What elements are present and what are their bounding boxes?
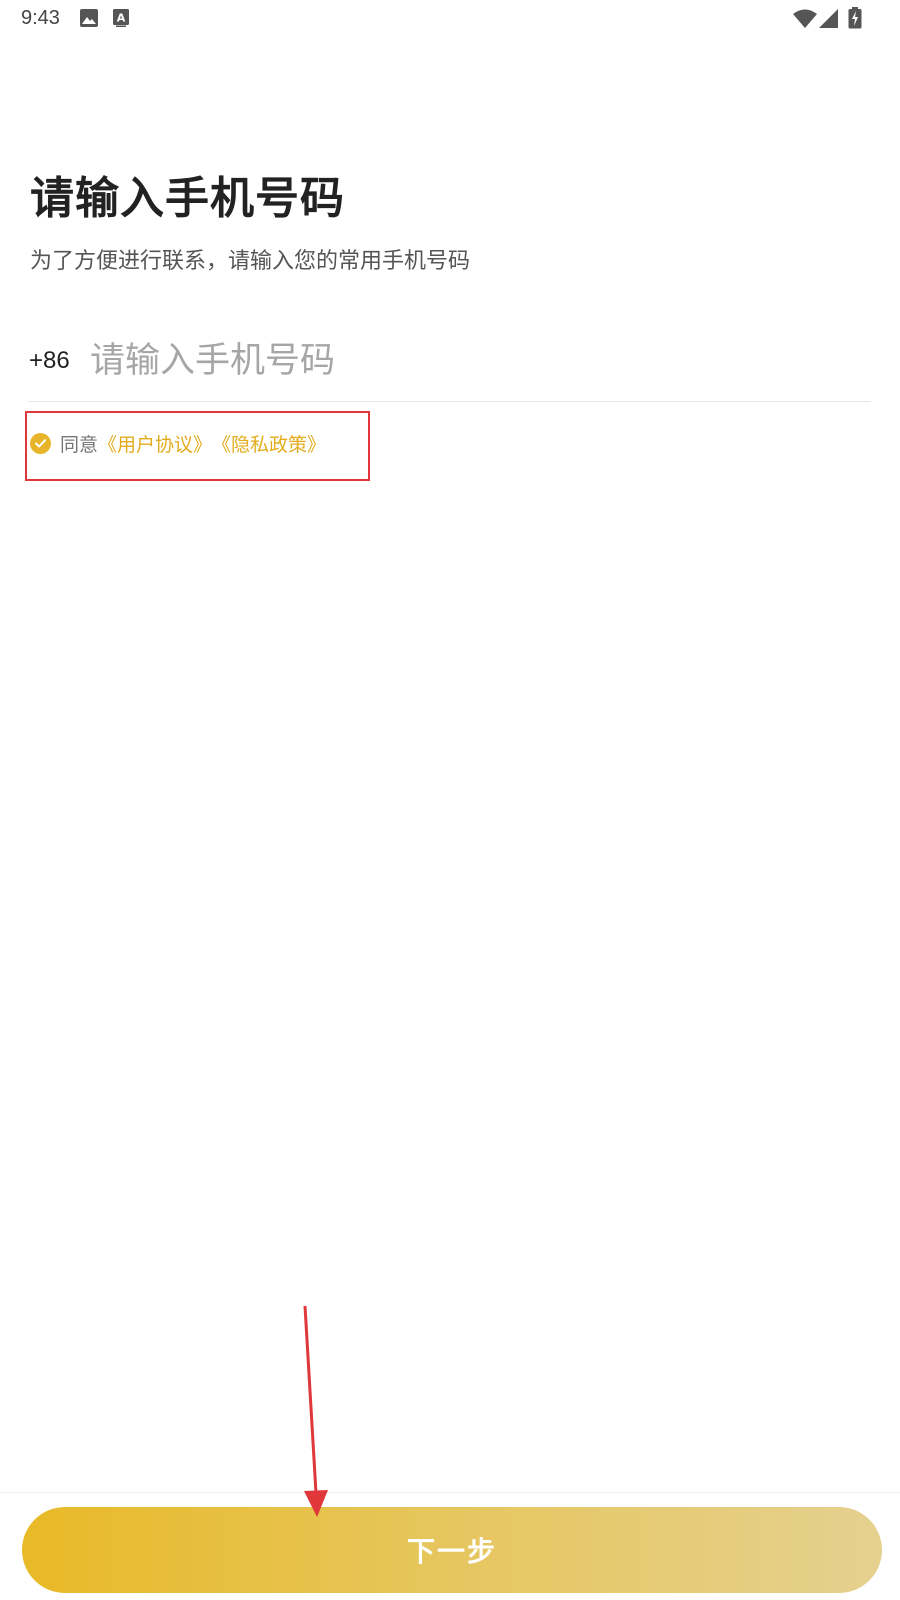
page-title: 请输入手机号码	[30, 173, 345, 224]
agreement-checkbox[interactable]	[30, 432, 51, 454]
agreement-prefix: 同意	[60, 433, 99, 456]
image-icon	[80, 9, 98, 27]
check-icon	[35, 438, 46, 447]
phone-number-input[interactable]	[90, 336, 850, 386]
svg-text:A: A	[117, 12, 126, 25]
cell-signal-icon	[819, 9, 838, 28]
bottom-divider	[0, 1492, 900, 1493]
phone-input-row: +86	[28, 330, 871, 402]
battery-charging-icon	[848, 7, 862, 29]
privacy-policy-link[interactable]: 《隐私政策》	[212, 430, 326, 457]
annotation-arrow	[303, 1305, 328, 1517]
agreement-row: 同意 《用户协议》 《隐私政策》	[30, 428, 326, 458]
status-time: 9:43	[21, 7, 60, 29]
next-button[interactable]: 下一步	[22, 1507, 882, 1593]
wifi-icon	[793, 9, 817, 28]
page-subtitle: 为了方便进行联系，请输入您的常用手机号码	[30, 249, 471, 274]
user-agreement-link[interactable]: 《用户协议》	[98, 430, 212, 457]
text-a-icon: A	[113, 9, 129, 27]
country-code[interactable]: +86	[29, 347, 70, 375]
status-bar: 9:43 A	[0, 0, 900, 38]
